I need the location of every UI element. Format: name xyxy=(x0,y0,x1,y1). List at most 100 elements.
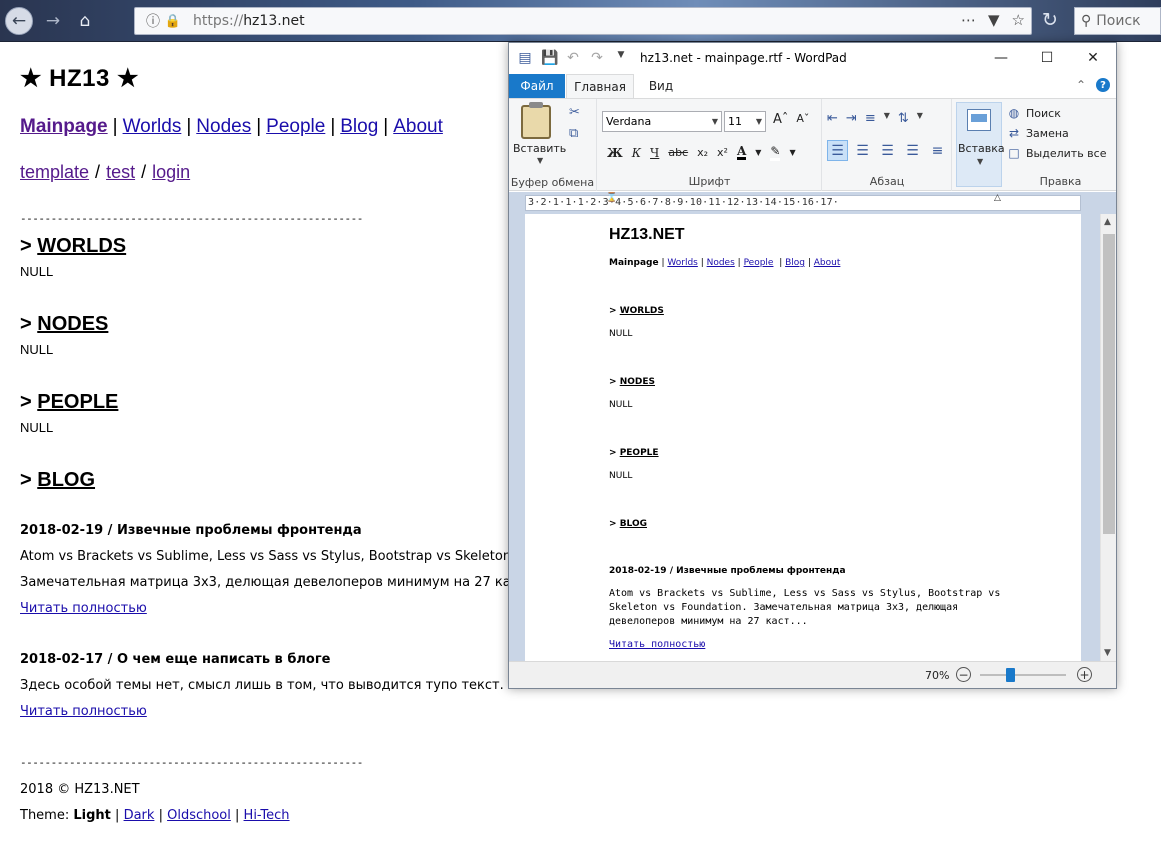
maximize-button[interactable]: ☐ xyxy=(1024,43,1070,73)
increase-indent-icon[interactable]: ⇥ xyxy=(846,111,857,126)
nav-link-mainpage[interactable]: Mainpage xyxy=(20,116,108,137)
align-center-icon[interactable]: ☰ xyxy=(852,140,873,161)
help-icon[interactable]: ? xyxy=(1096,78,1110,92)
star-icon[interactable]: ☆ xyxy=(1012,11,1025,29)
subnav-link-login[interactable]: login xyxy=(152,162,190,182)
read-more-link[interactable]: Читать полностью xyxy=(20,704,147,719)
doc-nav-link[interactable]: Nodes xyxy=(707,258,735,268)
doc-nav-link[interactable]: People xyxy=(744,258,774,268)
tab-view[interactable]: Вид xyxy=(639,74,683,98)
chevron-down-icon[interactable]: ▼ xyxy=(917,111,923,126)
theme-link-hitech[interactable]: Hi-Tech xyxy=(244,808,290,823)
document-page[interactable]: HZ13.NET Mainpage | Worlds | Nodes | Peo… xyxy=(525,214,1081,661)
right-indent-marker[interactable]: △ xyxy=(994,193,1002,213)
scroll-up-icon[interactable]: ▲ xyxy=(1104,217,1111,227)
url-text[interactable]: https://hz13.net xyxy=(193,13,305,29)
reload-icon[interactable]: ↻ xyxy=(1042,9,1058,31)
paste-icon[interactable] xyxy=(521,102,551,139)
chevron-down-icon[interactable]: ▼ xyxy=(755,148,761,157)
cut-icon[interactable]: ✂ xyxy=(569,105,580,120)
theme-link-dark[interactable]: Dark xyxy=(124,808,155,823)
collapse-ribbon-icon[interactable]: ⌃ xyxy=(1076,78,1086,92)
copy-icon[interactable]: ⧉ xyxy=(569,126,580,141)
font-family-select[interactable]: Verdana ▼ xyxy=(602,111,722,132)
scroll-down-icon[interactable]: ▼ xyxy=(1104,648,1111,658)
subnav-link-test[interactable]: test xyxy=(106,162,135,182)
left-indent-marker[interactable]: ⌛ xyxy=(606,193,617,213)
ruler[interactable]: 3·2·1·1·1·2·3·4·5·6·7·8·9·10·11·12·13·14… xyxy=(509,192,1116,214)
chevron-down-icon[interactable]: ▼ xyxy=(789,148,795,157)
close-button[interactable]: ✕ xyxy=(1070,43,1116,73)
doc-nav-link[interactable]: About xyxy=(814,258,841,268)
arrow-left-icon[interactable]: ← xyxy=(5,7,33,35)
zoom-slider-track[interactable] xyxy=(980,674,1066,676)
italic-button[interactable]: К xyxy=(632,146,641,160)
save-icon[interactable]: 💾 xyxy=(541,50,558,66)
scrollbar-thumb[interactable] xyxy=(1103,234,1115,534)
tab-home[interactable]: Главная xyxy=(566,74,634,98)
find-button[interactable]: ◍ Поиск xyxy=(1007,106,1106,120)
strikethrough-button[interactable]: abc xyxy=(668,146,688,159)
wordpad-app-icon[interactable]: ▤ xyxy=(517,50,533,66)
undo-icon[interactable]: ↶ xyxy=(565,50,581,66)
read-more-link[interactable]: Читать полностью xyxy=(20,601,147,616)
doc-section-link[interactable]: WORLDS xyxy=(620,306,664,316)
insert-button[interactable]: Вставка ▼ xyxy=(956,102,1005,187)
chevron-down-icon[interactable]: ▼ xyxy=(537,156,543,165)
nav-link-blog[interactable]: Blog xyxy=(340,116,378,137)
vertical-scrollbar[interactable]: ▲ ▼ xyxy=(1100,214,1116,661)
subnav-link-template[interactable]: template xyxy=(20,162,89,182)
shrink-font-icon[interactable]: Aˇ xyxy=(796,112,809,127)
bullet-list-icon[interactable]: ≡ xyxy=(865,111,876,126)
doc-section-link[interactable]: PEOPLE xyxy=(620,448,659,458)
highlight-icon[interactable]: ✎ xyxy=(770,144,781,161)
subscript-button[interactable]: x₂ xyxy=(697,146,708,159)
redo-icon[interactable]: ↷ xyxy=(589,50,605,66)
superscript-button[interactable]: x² xyxy=(717,146,728,159)
pocket-icon[interactable]: ▼ xyxy=(988,11,1000,29)
nav-link-worlds[interactable]: Worlds xyxy=(123,116,182,137)
font-size-select[interactable]: 11 ▼ xyxy=(724,111,766,132)
section-link-nodes[interactable]: NODES xyxy=(37,313,108,335)
align-right-icon[interactable]: ☰ xyxy=(877,140,898,161)
theme-link-oldschool[interactable]: Oldschool xyxy=(167,808,231,823)
lock-icon[interactable]: 🔒 xyxy=(163,14,183,29)
address-bar[interactable]: ⓘ 🔒 https://hz13.net ⋯ ▼ ☆ xyxy=(134,7,1032,35)
section-link-blog[interactable]: BLOG xyxy=(37,469,95,491)
doc-section-link[interactable]: BLOG xyxy=(620,519,647,529)
doc-nav-link[interactable]: Blog xyxy=(785,258,805,268)
ellipsis-icon[interactable]: ⋯ xyxy=(961,11,976,29)
nav-link-about[interactable]: About xyxy=(393,116,443,137)
paragraph-settings-icon[interactable]: ≡ xyxy=(927,140,948,161)
justify-icon[interactable]: ☰ xyxy=(902,140,923,161)
nav-link-nodes[interactable]: Nodes xyxy=(196,116,251,137)
document-area[interactable]: HZ13.NET Mainpage | Worlds | Nodes | Peo… xyxy=(509,214,1116,661)
zoom-slider-thumb[interactable] xyxy=(1006,668,1016,682)
text-color-button[interactable]: A xyxy=(736,145,747,160)
home-icon[interactable]: ⌂ xyxy=(71,7,99,35)
chevron-down-icon[interactable]: ▼ xyxy=(884,111,890,126)
doc-nav-link[interactable]: Worlds xyxy=(667,258,697,268)
grow-font-icon[interactable]: Aˆ xyxy=(773,112,788,127)
paste-button[interactable]: Вставить xyxy=(513,142,566,155)
section-link-worlds[interactable]: WORLDS xyxy=(37,235,126,257)
minimize-button[interactable]: — xyxy=(978,43,1024,73)
select-all-button[interactable]: □ Выделить все xyxy=(1007,146,1106,160)
wordpad-titlebar[interactable]: ▤ 💾 ↶ ↷ ▼ hz13.net - mainpage.rtf - Word… xyxy=(509,43,1116,74)
align-left-icon[interactable]: ☰ xyxy=(827,140,848,161)
nav-link-people[interactable]: People xyxy=(266,116,325,137)
section-link-people[interactable]: PEOPLE xyxy=(37,391,118,413)
bold-button[interactable]: Ж xyxy=(607,146,623,160)
decrease-indent-icon[interactable]: ⇤ xyxy=(827,111,838,126)
underline-button[interactable]: Ч xyxy=(650,146,659,160)
tab-file[interactable]: Файл xyxy=(509,74,565,98)
arrow-right-icon[interactable]: → xyxy=(39,7,67,35)
info-icon[interactable]: ⓘ xyxy=(143,11,163,31)
doc-section-link[interactable]: NODES xyxy=(620,377,655,387)
zoom-in-button[interactable]: + xyxy=(1077,667,1092,682)
zoom-out-button[interactable]: − xyxy=(956,667,971,682)
replace-button[interactable]: ⇄ Замена xyxy=(1007,126,1106,140)
customize-qat-icon[interactable]: ▼ xyxy=(613,50,629,66)
line-spacing-icon[interactable]: ⇅ xyxy=(898,111,909,126)
search-input[interactable]: ⚲ Поиск xyxy=(1074,7,1161,35)
